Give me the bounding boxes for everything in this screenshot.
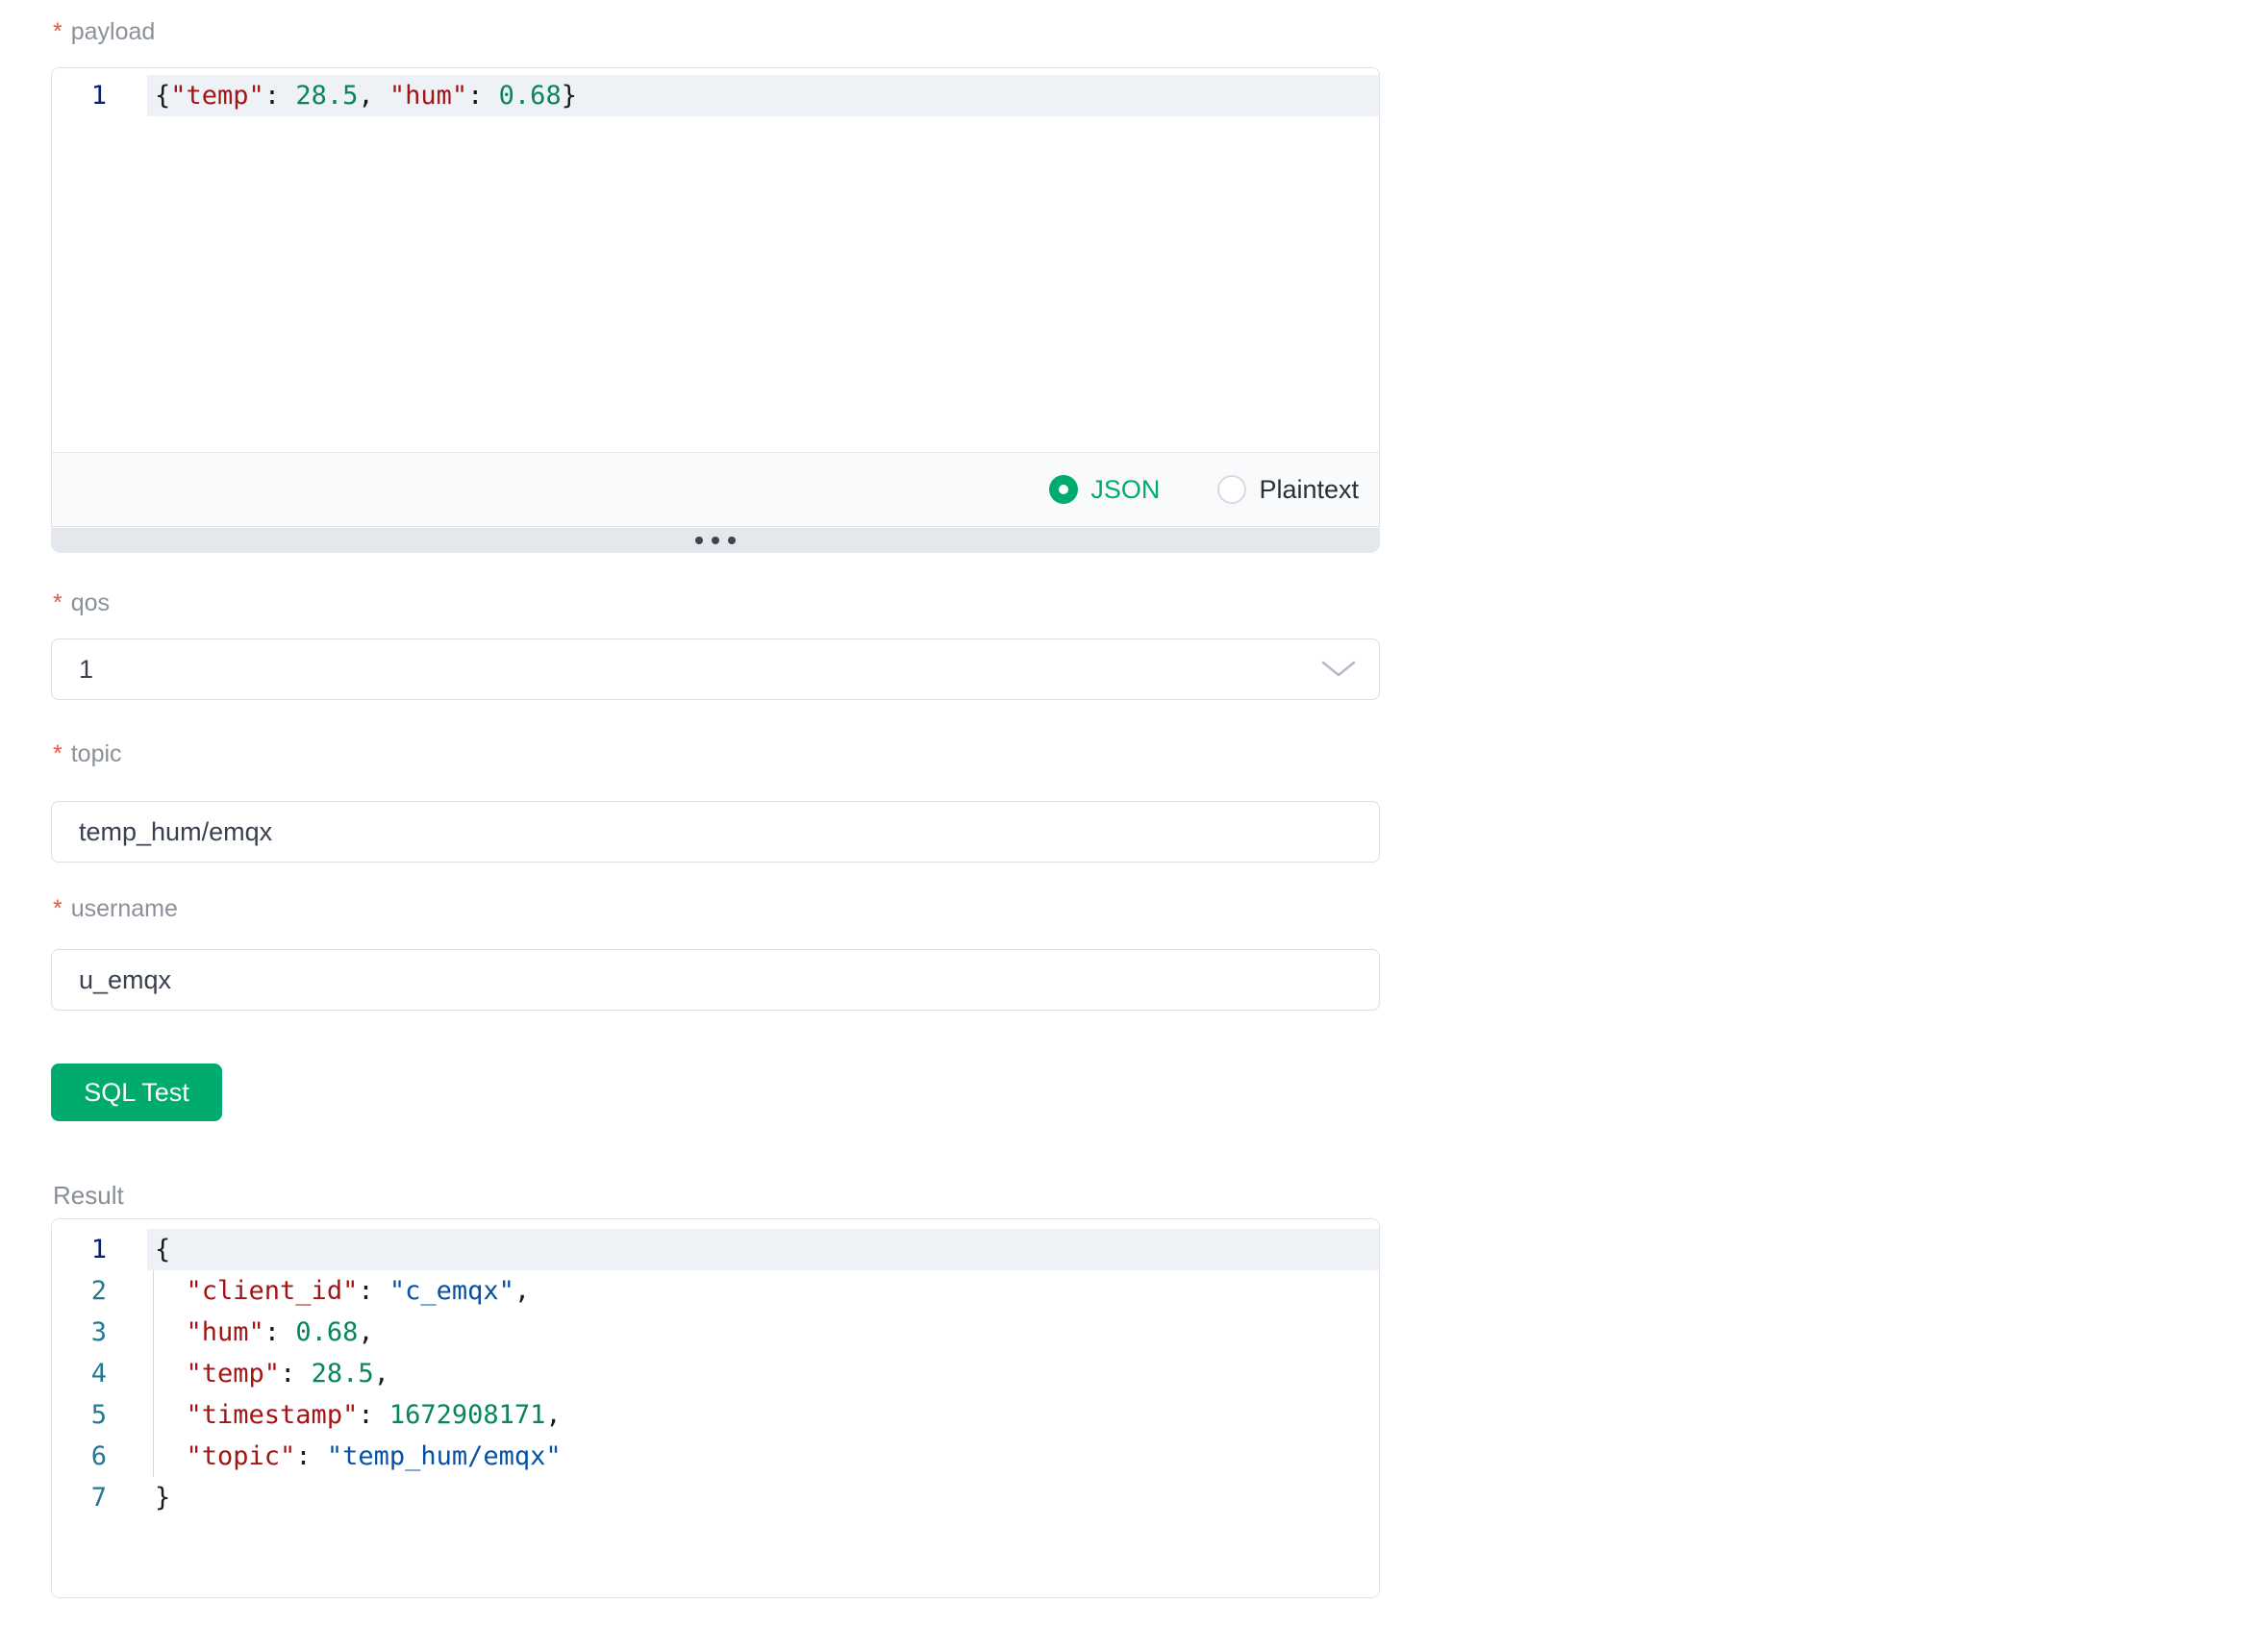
- code-token-key: "temp": [170, 81, 264, 111]
- code-token-key: "hum": [389, 81, 467, 111]
- code-line: {"temp": 28.5, "hum": 0.68}: [147, 75, 1379, 116]
- code-line-row: 3 "hum": 0.68,: [52, 1312, 1379, 1353]
- required-asterisk: *: [53, 589, 63, 616]
- code-token-punc: ,: [545, 1400, 561, 1430]
- code-token-punc: :: [264, 1317, 296, 1347]
- format-radio-plaintext-label[interactable]: Plaintext: [1259, 475, 1359, 505]
- code-token-punc: }: [562, 81, 577, 111]
- result-viewer-lines: 1{2 "client_id": "c_emqx",3 "hum": 0.68,…: [52, 1229, 1379, 1518]
- code-token-punc: :: [295, 1441, 327, 1471]
- code-token-str: "c_emqx": [389, 1276, 514, 1306]
- radio-unselected-icon[interactable]: [1217, 475, 1246, 504]
- code-token-key: "topic": [187, 1441, 296, 1471]
- code-line-row: 2 "client_id": "c_emqx",: [52, 1270, 1379, 1312]
- line-number: 6: [52, 1436, 147, 1477]
- code-line: "temp": 28.5,: [147, 1353, 1379, 1394]
- format-radio-plaintext[interactable]: Plaintext: [1217, 475, 1359, 505]
- code-token-num: 28.5: [312, 1359, 374, 1389]
- line-number: 5: [52, 1394, 147, 1436]
- code-token-num: 28.5: [295, 81, 358, 111]
- code-line: "hum": 0.68,: [147, 1312, 1379, 1353]
- code-line: {: [147, 1229, 1379, 1270]
- code-line: "timestamp": 1672908171,: [147, 1394, 1379, 1436]
- resize-dot-icon: [695, 537, 703, 544]
- payload-label-text: payload: [71, 18, 156, 45]
- topic-field-label: * topic: [53, 739, 122, 768]
- code-token-punc: }: [155, 1483, 170, 1513]
- code-line-row: 4 "temp": 28.5,: [52, 1353, 1379, 1394]
- code-token-punc: [155, 1276, 187, 1306]
- code-line: "topic": "temp_hum/emqx": [147, 1436, 1379, 1477]
- sql-test-button[interactable]: SQL Test: [51, 1064, 222, 1121]
- payload-format-toolbar: JSON Plaintext: [52, 452, 1379, 526]
- topic-label-text: topic: [71, 740, 122, 767]
- code-token-punc: :: [280, 1359, 312, 1389]
- username-input[interactable]: [51, 949, 1380, 1011]
- code-line-row: 5 "timestamp": 1672908171,: [52, 1394, 1379, 1436]
- code-line-row: 7}: [52, 1477, 1379, 1518]
- resize-dot-icon: [712, 537, 719, 544]
- code-token-punc: {: [155, 1235, 170, 1264]
- code-token-punc: :: [467, 81, 499, 111]
- code-token-num: 0.68: [295, 1317, 358, 1347]
- payload-code-editor[interactable]: 1{"temp": 28.5, "hum": 0.68} JSON Plaint…: [51, 67, 1380, 527]
- radio-selected-icon[interactable]: [1049, 475, 1078, 504]
- code-token-punc: {: [155, 81, 170, 111]
- code-token-key: "temp": [187, 1359, 281, 1389]
- line-number: 3: [52, 1312, 147, 1353]
- chevron-down-icon: [1321, 661, 1356, 678]
- editor-resize-handle[interactable]: [51, 528, 1380, 553]
- payload-field-label: * payload: [53, 17, 155, 46]
- code-token-punc: ,: [374, 1359, 389, 1389]
- code-line-row: 1{: [52, 1229, 1379, 1270]
- code-token-punc: :: [358, 1400, 389, 1430]
- code-token-punc: ,: [514, 1276, 530, 1306]
- qos-select-value: 1: [79, 655, 93, 685]
- line-number: 1: [52, 1229, 147, 1270]
- topic-input[interactable]: [51, 801, 1380, 863]
- format-radio-json[interactable]: JSON: [1049, 475, 1160, 505]
- payload-editor-lines[interactable]: 1{"temp": 28.5, "hum": 0.68}: [52, 68, 1379, 452]
- result-section-label: Result: [53, 1180, 124, 1211]
- code-token-punc: :: [264, 81, 296, 111]
- line-number: 7: [52, 1477, 147, 1518]
- resize-dot-icon: [728, 537, 736, 544]
- code-token-punc: [155, 1359, 187, 1389]
- code-token-key: "timestamp": [187, 1400, 359, 1430]
- code-token-punc: :: [358, 1276, 389, 1306]
- code-token-punc: ,: [358, 1317, 373, 1347]
- required-asterisk: *: [53, 895, 63, 922]
- username-field-label: * username: [53, 894, 178, 923]
- result-code-viewer[interactable]: 1{2 "client_id": "c_emqx",3 "hum": 0.68,…: [51, 1218, 1380, 1598]
- code-token-punc: ,: [358, 81, 389, 111]
- format-radio-json-label[interactable]: JSON: [1090, 475, 1160, 505]
- code-line-row: 6 "topic": "temp_hum/emqx": [52, 1436, 1379, 1477]
- line-number: 2: [52, 1270, 147, 1312]
- required-asterisk: *: [53, 740, 63, 767]
- code-token-punc: [155, 1317, 187, 1347]
- code-token-str: "temp_hum/emqx": [327, 1441, 562, 1471]
- line-number: 4: [52, 1353, 147, 1394]
- code-token-num: 0.68: [499, 81, 562, 111]
- code-line: }: [147, 1477, 1379, 1518]
- code-token-key: "client_id": [187, 1276, 359, 1306]
- code-line-row: 1{"temp": 28.5, "hum": 0.68}: [52, 75, 1379, 116]
- line-number: 1: [52, 75, 147, 116]
- code-token-punc: [155, 1441, 187, 1471]
- code-token-punc: [155, 1400, 187, 1430]
- code-token-key: "hum": [187, 1317, 264, 1347]
- code-token-num: 1672908171: [389, 1400, 546, 1430]
- required-asterisk: *: [53, 18, 63, 45]
- qos-select[interactable]: 1: [51, 638, 1380, 700]
- username-label-text: username: [71, 895, 178, 922]
- qos-field-label: * qos: [53, 588, 110, 617]
- qos-label-text: qos: [71, 589, 110, 616]
- code-line: "client_id": "c_emqx",: [147, 1270, 1379, 1312]
